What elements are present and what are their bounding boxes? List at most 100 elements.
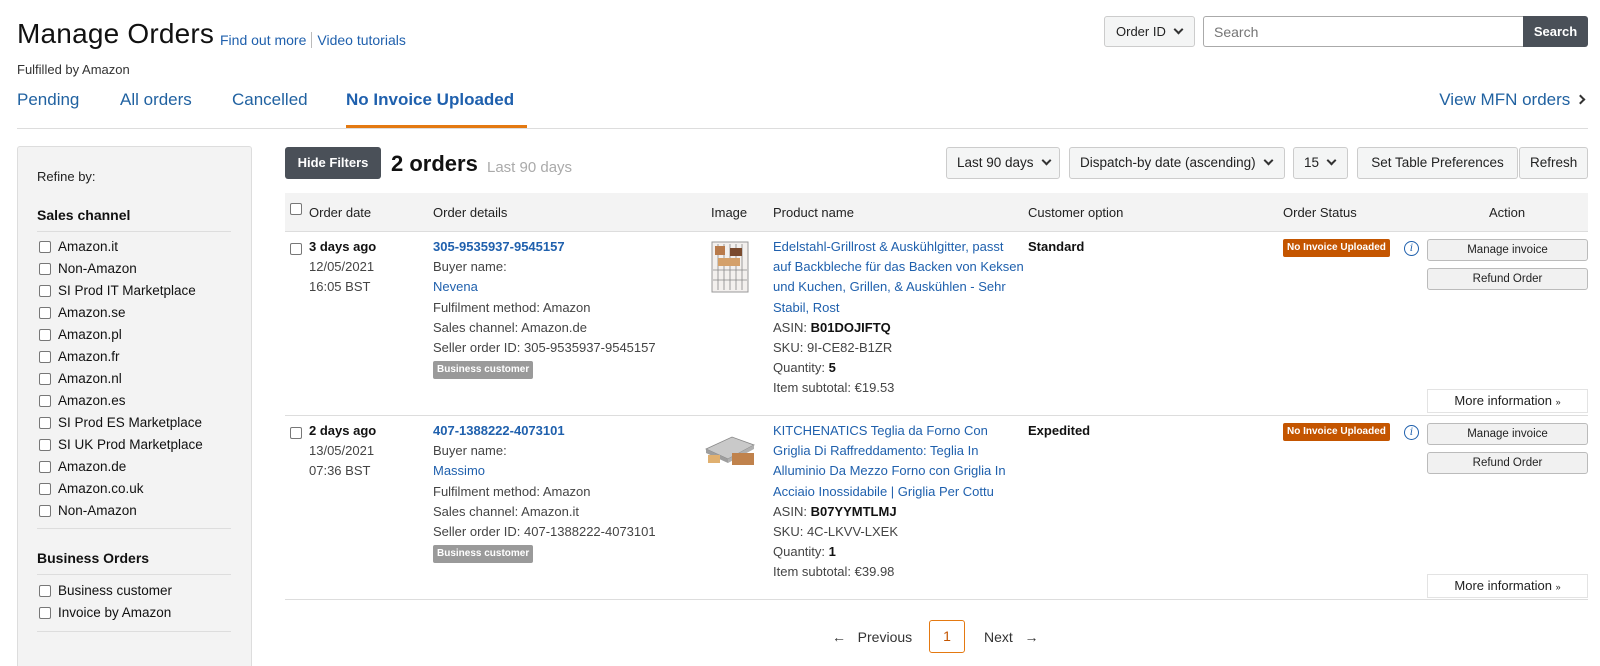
checkbox[interactable] xyxy=(39,416,51,429)
checkbox[interactable] xyxy=(39,482,51,495)
chevron-down-icon xyxy=(1173,24,1184,35)
filter-amazon-co-uk[interactable]: Amazon.co.uk xyxy=(39,481,144,496)
asin-label: ASIN: xyxy=(773,319,807,335)
filter-invoice-by-amazon[interactable]: Invoice by Amazon xyxy=(39,605,171,620)
order-date: 13/05/2021 xyxy=(309,443,375,459)
column-action: Action xyxy=(1489,205,1526,220)
checkbox[interactable] xyxy=(39,306,51,319)
checkbox[interactable] xyxy=(39,262,51,275)
order-date: 12/05/2021 xyxy=(309,259,375,275)
checkbox[interactable] xyxy=(39,584,51,597)
divider xyxy=(37,631,231,632)
arrow-right-icon: → xyxy=(1024,629,1039,645)
page-size-select[interactable]: 15 xyxy=(1293,147,1348,179)
refund-order-button[interactable]: Refund Order xyxy=(1427,452,1588,474)
row-checkbox[interactable] xyxy=(290,427,302,439)
tab-pending[interactable]: Pending xyxy=(17,90,79,110)
filter-label: Amazon.nl xyxy=(58,371,122,386)
order-id-link[interactable]: 407-1388222-4073101 xyxy=(433,423,565,438)
table-row: 2 days ago 13/05/2021 07:36 BST 407-1388… xyxy=(285,417,1588,600)
checkbox[interactable] xyxy=(39,504,51,517)
sku: SKU: 9I-CE82-B1ZR xyxy=(773,340,893,356)
tab-all-orders[interactable]: All orders xyxy=(120,90,192,110)
sort-select[interactable]: Dispatch-by date (ascending) xyxy=(1069,147,1285,179)
filter-si-prod-it[interactable]: SI Prod IT Marketplace xyxy=(39,283,196,298)
video-tutorials-link[interactable]: Video tutorials xyxy=(317,32,405,48)
product-image[interactable] xyxy=(702,429,758,469)
filter-business-customer[interactable]: Business customer xyxy=(39,583,172,598)
set-table-preferences-button[interactable]: Set Table Preferences xyxy=(1357,147,1518,179)
manage-invoice-button[interactable]: Manage invoice xyxy=(1427,239,1588,261)
product-image[interactable] xyxy=(710,240,750,294)
fulfilment-method: Fulfilment method: Amazon xyxy=(433,299,591,315)
sort-label: Dispatch-by date (ascending) xyxy=(1080,155,1256,170)
tab-no-invoice-uploaded[interactable]: No Invoice Uploaded xyxy=(346,90,514,110)
quantity-label: Quantity: xyxy=(773,360,826,376)
find-out-more-link[interactable]: Find out more xyxy=(220,32,306,48)
refund-order-button[interactable]: Refund Order xyxy=(1427,268,1588,290)
search-type-select[interactable]: Order ID xyxy=(1104,16,1195,47)
asin-label: ASIN: xyxy=(773,503,807,519)
product-name-link[interactable]: KITCHENATICS Teglia da Forno Con Griglia… xyxy=(773,423,1006,499)
order-id-link[interactable]: 305-9535937-9545157 xyxy=(433,239,565,254)
business-customer-badge: Business customer xyxy=(433,545,534,564)
view-mfn-orders-link[interactable]: View MFN orders xyxy=(1439,90,1586,110)
chevron-down-icon xyxy=(1041,155,1052,166)
chevron-down-icon xyxy=(1326,155,1337,166)
more-information-button[interactable]: More information » xyxy=(1427,574,1588,598)
product-name-link[interactable]: Edelstahl-Grillrost & Auskühlgitter, pas… xyxy=(773,239,1024,315)
checkbox[interactable] xyxy=(39,394,51,407)
previous-label: Previous xyxy=(857,629,913,645)
date-range-select[interactable]: Last 90 days xyxy=(946,147,1060,179)
checkbox[interactable] xyxy=(39,240,51,253)
filter-amazon-fr[interactable]: Amazon.fr xyxy=(39,349,120,364)
table-header: Order date Order details Image Product n… xyxy=(285,193,1588,232)
divider xyxy=(37,231,231,232)
orders-count: 2 orders xyxy=(391,151,478,176)
sales-channel-heading: Sales channel xyxy=(37,207,131,223)
filter-label: SI Prod IT Marketplace xyxy=(58,283,196,298)
filter-label: Amazon.co.uk xyxy=(58,481,144,496)
buyer-name-link[interactable]: Massimo xyxy=(433,463,485,478)
filter-amazon-es[interactable]: Amazon.es xyxy=(39,393,126,408)
checkbox[interactable] xyxy=(39,372,51,385)
checkbox[interactable] xyxy=(39,460,51,473)
search-button[interactable]: Search xyxy=(1523,16,1588,47)
manage-invoice-button[interactable]: Manage invoice xyxy=(1427,423,1588,445)
filter-non-amazon[interactable]: Non-Amazon xyxy=(39,261,137,276)
tab-cancelled[interactable]: Cancelled xyxy=(232,90,308,110)
column-order-date[interactable]: Order date xyxy=(309,205,371,220)
filter-amazon-de[interactable]: Amazon.de xyxy=(39,459,126,474)
filter-si-uk-prod[interactable]: SI UK Prod Marketplace xyxy=(39,437,203,452)
hide-filters-button[interactable]: Hide Filters xyxy=(285,147,381,179)
next-page-button[interactable]: Next → xyxy=(984,629,1038,645)
more-information-button[interactable]: More information » xyxy=(1427,389,1588,413)
filter-amazon-it[interactable]: Amazon.it xyxy=(39,239,118,254)
previous-page-button[interactable]: ← Previous xyxy=(832,629,912,645)
refresh-button[interactable]: Refresh xyxy=(1519,147,1588,179)
sku: SKU: 4C-LKVV-LXEK xyxy=(773,524,898,540)
info-icon[interactable]: i xyxy=(1404,241,1419,256)
checkbox[interactable] xyxy=(39,606,51,619)
buyer-name-link[interactable]: Nevena xyxy=(433,279,478,294)
search-input[interactable] xyxy=(1203,16,1524,47)
info-icon[interactable]: i xyxy=(1404,425,1419,440)
filter-amazon-nl[interactable]: Amazon.nl xyxy=(39,371,122,386)
filter-non-amazon-2[interactable]: Non-Amazon xyxy=(39,503,137,518)
select-all-checkbox[interactable] xyxy=(290,203,302,215)
filter-si-prod-es[interactable]: SI Prod ES Marketplace xyxy=(39,415,202,430)
checkbox[interactable] xyxy=(39,284,51,297)
business-customer-badge: Business customer xyxy=(433,361,534,380)
more-information-label: More information xyxy=(1454,393,1552,408)
current-page[interactable]: 1 xyxy=(929,620,965,653)
checkbox[interactable] xyxy=(39,328,51,341)
buyer-label: Buyer name: xyxy=(433,443,507,459)
quantity-value: 5 xyxy=(828,360,836,376)
filter-amazon-se[interactable]: Amazon.se xyxy=(39,305,126,320)
filter-label: SI Prod ES Marketplace xyxy=(58,415,203,430)
filter-amazon-pl[interactable]: Amazon.pl xyxy=(39,327,122,342)
row-checkbox[interactable] xyxy=(290,243,302,255)
column-product-name: Product name xyxy=(773,205,854,220)
checkbox[interactable] xyxy=(39,438,51,451)
checkbox[interactable] xyxy=(39,350,51,363)
